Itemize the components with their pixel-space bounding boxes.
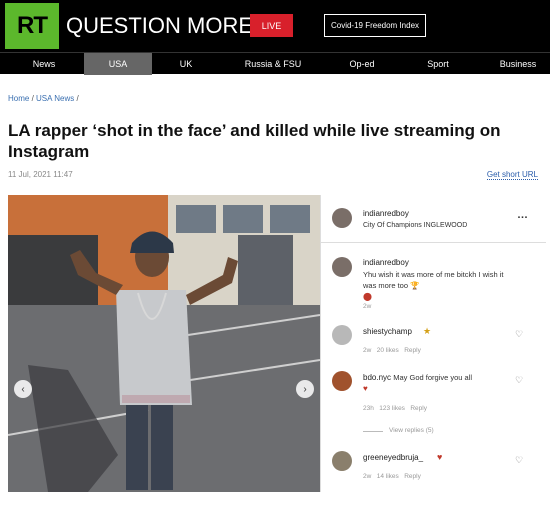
comment-text: Yhu wish it was more of me bitckh I wish… <box>363 270 504 290</box>
instagram-comments-panel: indianredboy City Of Champions INGLEWOOD… <box>320 195 546 492</box>
trophy-icon: ★ <box>423 326 432 336</box>
nav-item-business[interactable]: Business <box>490 53 546 75</box>
red-heart-icon: ♥ <box>437 452 443 462</box>
get-short-url-link[interactable]: Get short URL <box>486 170 538 180</box>
comment-text: May God forgive you all <box>393 373 473 382</box>
breadcrumb-usa-news[interactable]: USA News <box>36 94 74 103</box>
blood-drop-icon: ⬤ <box>363 292 372 301</box>
reply-button[interactable]: Reply <box>404 473 421 480</box>
photo-illustration <box>8 195 320 492</box>
nav-item-sport[interactable]: Sport <box>410 53 466 75</box>
reply-button[interactable]: Reply <box>410 405 427 412</box>
chevron-right-icon: › <box>303 383 307 395</box>
prev-slide-button[interactable]: ‹ <box>14 380 32 398</box>
divider <box>321 242 546 243</box>
breadcrumb: Home / USA News / <box>8 94 79 103</box>
avatar[interactable] <box>332 325 352 345</box>
chevron-left-icon: ‹ <box>21 383 25 395</box>
avatar[interactable] <box>332 451 352 471</box>
trophy-icon: 🏆 <box>410 281 420 290</box>
nav-item-russia-fsu[interactable]: Russia & FSU <box>235 53 311 75</box>
post-location[interactable]: City Of Champions INGLEWOOD <box>363 220 467 231</box>
live-button[interactable]: LIVE <box>250 14 293 37</box>
divider <box>363 431 383 432</box>
comment-username[interactable]: bdo.nyc May God forgive you all <box>363 373 472 382</box>
brand-tagline: QUESTION MORE <box>66 13 254 38</box>
comment-meta: 23h 123 likes Reply <box>363 405 427 412</box>
avatar[interactable] <box>332 257 352 277</box>
nav-item-uk[interactable]: UK <box>152 53 220 75</box>
next-slide-button[interactable]: › <box>296 380 314 398</box>
view-replies-link[interactable]: View replies (5) <box>389 427 434 434</box>
site-header: RT QUESTION MORE LIVE Covid-19 Freedom I… <box>0 0 550 52</box>
heart-emoji-icon: ♥ <box>363 384 368 393</box>
comment-username[interactable]: greeneyedbruja_ <box>363 453 423 462</box>
main-nav: News USA UK Russia & FSU Op-ed Sport Bus… <box>0 52 550 75</box>
post-username[interactable]: indianredboy <box>363 209 409 218</box>
breadcrumb-home[interactable]: Home <box>8 94 29 103</box>
avatar[interactable] <box>332 208 352 228</box>
comment-meta: 2w 20 likes Reply <box>363 347 421 354</box>
comment-username[interactable]: indianredboy <box>363 258 409 267</box>
article-title: LA rapper ‘shot in the face’ and killed … <box>8 121 501 161</box>
more-options-icon[interactable]: … <box>517 209 528 221</box>
heart-icon[interactable]: ♡ <box>515 455 523 466</box>
avatar[interactable] <box>332 371 352 391</box>
article-photo: ‹ › <box>8 195 320 492</box>
heart-icon[interactable]: ♡ <box>515 375 523 386</box>
comment-meta: 2w 14 likes Reply <box>363 473 421 480</box>
nav-item-op-ed[interactable]: Op-ed <box>330 53 394 75</box>
nav-item-news[interactable]: News <box>14 53 74 75</box>
reply-button[interactable]: Reply <box>404 347 421 354</box>
rt-logo[interactable]: RT <box>5 3 59 49</box>
covid-index-button[interactable]: Covid-19 Freedom Index <box>324 14 426 37</box>
nav-item-usa[interactable]: USA <box>84 53 152 75</box>
heart-icon[interactable]: ♡ <box>515 329 523 340</box>
article-date: 11 Jul, 2021 11:47 <box>8 170 73 179</box>
comment-username[interactable]: shiestychamp <box>363 327 412 336</box>
comment-time: 2w <box>363 303 372 310</box>
